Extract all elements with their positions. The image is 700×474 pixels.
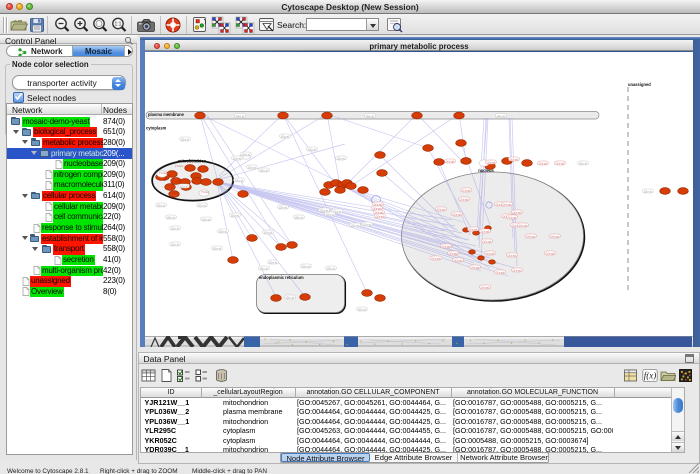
svg-text:(Yxw): (Yxw)	[169, 193, 177, 197]
svg-text:(Yx-w): (Yx-w)	[527, 235, 536, 239]
svg-text:(Gn-x): (Gn-x)	[358, 308, 367, 312]
svg-text:f(x): f(x)	[644, 371, 657, 381]
svg-text:(Gn-x): (Gn-x)	[295, 216, 304, 220]
svg-text:(Gn-x): (Gn-x)	[171, 243, 180, 247]
svg-text:(Gn-x): (Gn-x)	[260, 267, 269, 271]
svg-text:(Gn-x): (Gn-x)	[264, 231, 273, 235]
svg-text:(Yx-w): (Yx-w)	[481, 230, 490, 234]
svg-text:1:1: 1:1	[115, 21, 122, 27]
svg-text:cytoplasm: cytoplasm	[146, 126, 167, 131]
svg-text:(Yx-w): (Yx-w)	[437, 208, 446, 212]
svg-text:mitochondrion: mitochondrion	[178, 158, 207, 163]
svg-text:(Yx-w): (Yx-w)	[487, 161, 496, 165]
svg-text:(Gn-x): (Gn-x)	[269, 261, 278, 265]
svg-text:(Gn-x): (Gn-x)	[579, 162, 588, 166]
svg-text:(Gn-x): (Gn-x)	[180, 185, 189, 189]
svg-text:(Yx-w): (Yx-w)	[486, 252, 495, 256]
svg-text:(Gn-x): (Gn-x)	[233, 157, 242, 161]
svg-text:(Gn-x): (Gn-x)	[363, 223, 372, 227]
svg-text:(Gn-x): (Gn-x)	[248, 166, 257, 170]
svg-text:(Yx-w): (Yx-w)	[513, 269, 522, 273]
svg-text:(Yx-w): (Yx-w)	[513, 211, 522, 215]
svg-text:(Yx-w): (Yx-w)	[481, 286, 490, 290]
svg-text:(Yx-w): (Yx-w)	[539, 162, 548, 166]
svg-text:(Gn-x): (Gn-x)	[219, 230, 228, 234]
svg-text:(Gn-x): (Gn-x)	[198, 204, 207, 208]
svg-text:(Yx-w): (Yx-w)	[508, 254, 517, 258]
svg-text:(Gn-x): (Gn-x)	[644, 190, 653, 194]
svg-text:(Gn-x): (Gn-x)	[171, 227, 180, 231]
svg-text:(Gn-x): (Gn-x)	[202, 218, 211, 222]
svg-text:(Gn-x): (Gn-x)	[497, 114, 506, 118]
svg-text:(Gn-x): (Gn-x)	[366, 114, 375, 118]
svg-text:(Gn-x): (Gn-x)	[167, 216, 176, 220]
svg-text:(Yx-w): (Yx-w)	[471, 266, 480, 270]
svg-text:(Yx-w): (Yx-w)	[546, 252, 555, 256]
svg-text:endoplasmic reticulum: endoplasmic reticulum	[259, 275, 304, 280]
svg-text:nucleus: nucleus	[478, 168, 494, 173]
svg-text:(Gn-x): (Gn-x)	[326, 213, 335, 217]
svg-text:(Gn-x): (Gn-x)	[236, 114, 245, 118]
svg-text:(Yxw): (Yxw)	[201, 190, 209, 194]
svg-text:(Gn-x): (Gn-x)	[279, 206, 288, 210]
svg-text:(Gn-x): (Gn-x)	[286, 296, 295, 300]
svg-text:(Yx-w): (Yx-w)	[508, 216, 517, 220]
svg-text:(Yx-w): (Yx-w)	[460, 198, 469, 202]
svg-text:(Gn-x): (Gn-x)	[302, 265, 311, 269]
svg-text:(Yx-w): (Yx-w)	[376, 215, 385, 219]
svg-text:(Gn-x): (Gn-x)	[327, 267, 336, 271]
svg-text:(Yx-w): (Yx-w)	[510, 158, 519, 162]
svg-text:(Gn-x): (Gn-x)	[351, 224, 360, 228]
svg-text:(Gn-x): (Gn-x)	[260, 169, 269, 173]
svg-text:(Gn-x): (Gn-x)	[181, 138, 190, 142]
svg-text:(Gn-x): (Gn-x)	[231, 214, 240, 218]
svg-text:(Yx-w): (Yx-w)	[453, 213, 462, 217]
svg-text:(Yx-w): (Yx-w)	[483, 240, 492, 244]
svg-text:(Gn-x): (Gn-x)	[235, 179, 244, 183]
svg-text:(Yx-w): (Yx-w)	[556, 162, 565, 166]
svg-text:(Gn-x): (Gn-x)	[281, 135, 290, 139]
svg-text:(Gn-x): (Gn-x)	[242, 153, 251, 157]
svg-text:(Gn-x): (Gn-x)	[308, 148, 317, 152]
svg-text:(Yx-w): (Yx-w)	[519, 224, 528, 228]
svg-text:(Gn-x): (Gn-x)	[337, 157, 346, 161]
svg-text:(Yx-w): (Yx-w)	[446, 160, 455, 164]
svg-text:(Yx-w): (Yx-w)	[469, 228, 478, 232]
svg-text:(Gn-x): (Gn-x)	[213, 247, 222, 251]
svg-text:plasma membrane: plasma membrane	[148, 112, 185, 117]
svg-text:(Yxw): (Yxw)	[159, 171, 167, 175]
svg-text:(Gn-x): (Gn-x)	[157, 204, 166, 208]
svg-text:(Yx-w): (Yx-w)	[454, 259, 463, 263]
svg-text:(Yxw): (Yxw)	[175, 164, 183, 168]
svg-text:(Yx-w): (Yx-w)	[449, 252, 458, 256]
svg-text:(Yx-w): (Yx-w)	[551, 235, 560, 239]
svg-text:unassigned: unassigned	[628, 82, 651, 87]
svg-text:(Yx-w): (Yx-w)	[442, 245, 451, 249]
svg-text:(Yx-w): (Yx-w)	[503, 203, 512, 207]
svg-text:(Yx-w): (Yx-w)	[462, 189, 471, 193]
svg-text:(Yx-w): (Yx-w)	[432, 257, 441, 261]
svg-text:(Yx-w): (Yx-w)	[496, 271, 505, 275]
